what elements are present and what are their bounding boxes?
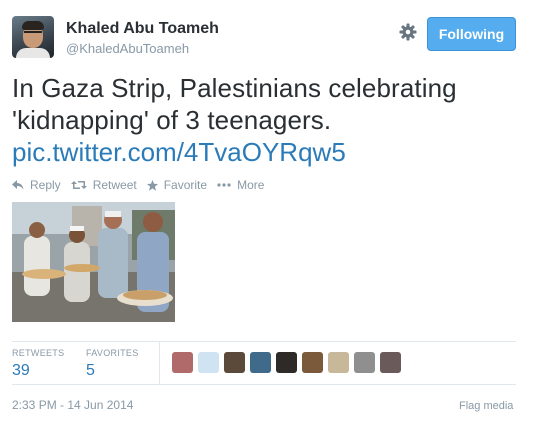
user-handle[interactable]: @KhaledAbuToameh bbox=[66, 41, 189, 56]
tweet-photo[interactable] bbox=[12, 202, 175, 322]
user-fullname[interactable]: Khaled Abu Toameh bbox=[66, 20, 219, 38]
favoriter-avatar[interactable] bbox=[224, 352, 245, 373]
tweet-media-link[interactable]: pic.twitter.com/4TvaOYRqw5 bbox=[12, 136, 346, 168]
user-avatar[interactable] bbox=[12, 16, 54, 58]
favoriter-avatar[interactable] bbox=[198, 352, 219, 373]
flag-media-link[interactable]: Flag media bbox=[459, 400, 513, 412]
tweet-stats: RETWEETS 39 FAVORITES 5 bbox=[12, 341, 516, 385]
favorites-stat[interactable]: FAVORITES 5 bbox=[86, 348, 139, 380]
tweet-timestamp[interactable]: 2:33 PM - 14 Jun 2014 bbox=[12, 398, 133, 412]
tweet-actions: Reply Retweet Favorite More bbox=[12, 176, 274, 194]
favorite-label: Favorite bbox=[163, 178, 208, 192]
tweet-text: In Gaza Strip, Palestinians celebrating … bbox=[12, 73, 457, 135]
favoriter-avatar[interactable] bbox=[276, 352, 297, 373]
favoriter-avatars bbox=[172, 352, 406, 373]
favoriter-avatar[interactable] bbox=[328, 352, 349, 373]
reply-icon bbox=[12, 180, 24, 190]
retweet-label: Retweet bbox=[92, 178, 137, 192]
reply-label: Reply bbox=[30, 178, 61, 192]
stats-divider bbox=[159, 342, 160, 384]
favoriter-avatar[interactable] bbox=[302, 352, 323, 373]
reply-action[interactable]: Reply bbox=[12, 178, 61, 192]
favoriter-avatar[interactable] bbox=[354, 352, 375, 373]
favorite-action[interactable]: Favorite bbox=[146, 178, 208, 192]
favoriter-avatar[interactable] bbox=[250, 352, 271, 373]
ellipsis-icon bbox=[217, 183, 231, 187]
retweets-count: 39 bbox=[12, 362, 30, 379]
favorites-count: 5 bbox=[86, 362, 95, 379]
gear-icon[interactable] bbox=[398, 22, 418, 42]
favorites-label: FAVORITES bbox=[86, 348, 139, 358]
following-button[interactable]: Following bbox=[427, 17, 516, 51]
favoriter-avatar[interactable] bbox=[380, 352, 401, 373]
retweets-stat[interactable]: RETWEETS 39 bbox=[12, 348, 64, 380]
retweets-label: RETWEETS bbox=[12, 348, 65, 358]
tweet-header: Khaled Abu Toameh @KhaledAbuToameh Follo… bbox=[12, 16, 524, 64]
more-label: More bbox=[237, 178, 265, 192]
more-action[interactable]: More bbox=[217, 178, 264, 192]
retweet-icon bbox=[70, 181, 87, 189]
favoriter-avatar[interactable] bbox=[172, 352, 193, 373]
star-icon bbox=[146, 179, 158, 191]
retweet-action[interactable]: Retweet bbox=[70, 178, 137, 192]
